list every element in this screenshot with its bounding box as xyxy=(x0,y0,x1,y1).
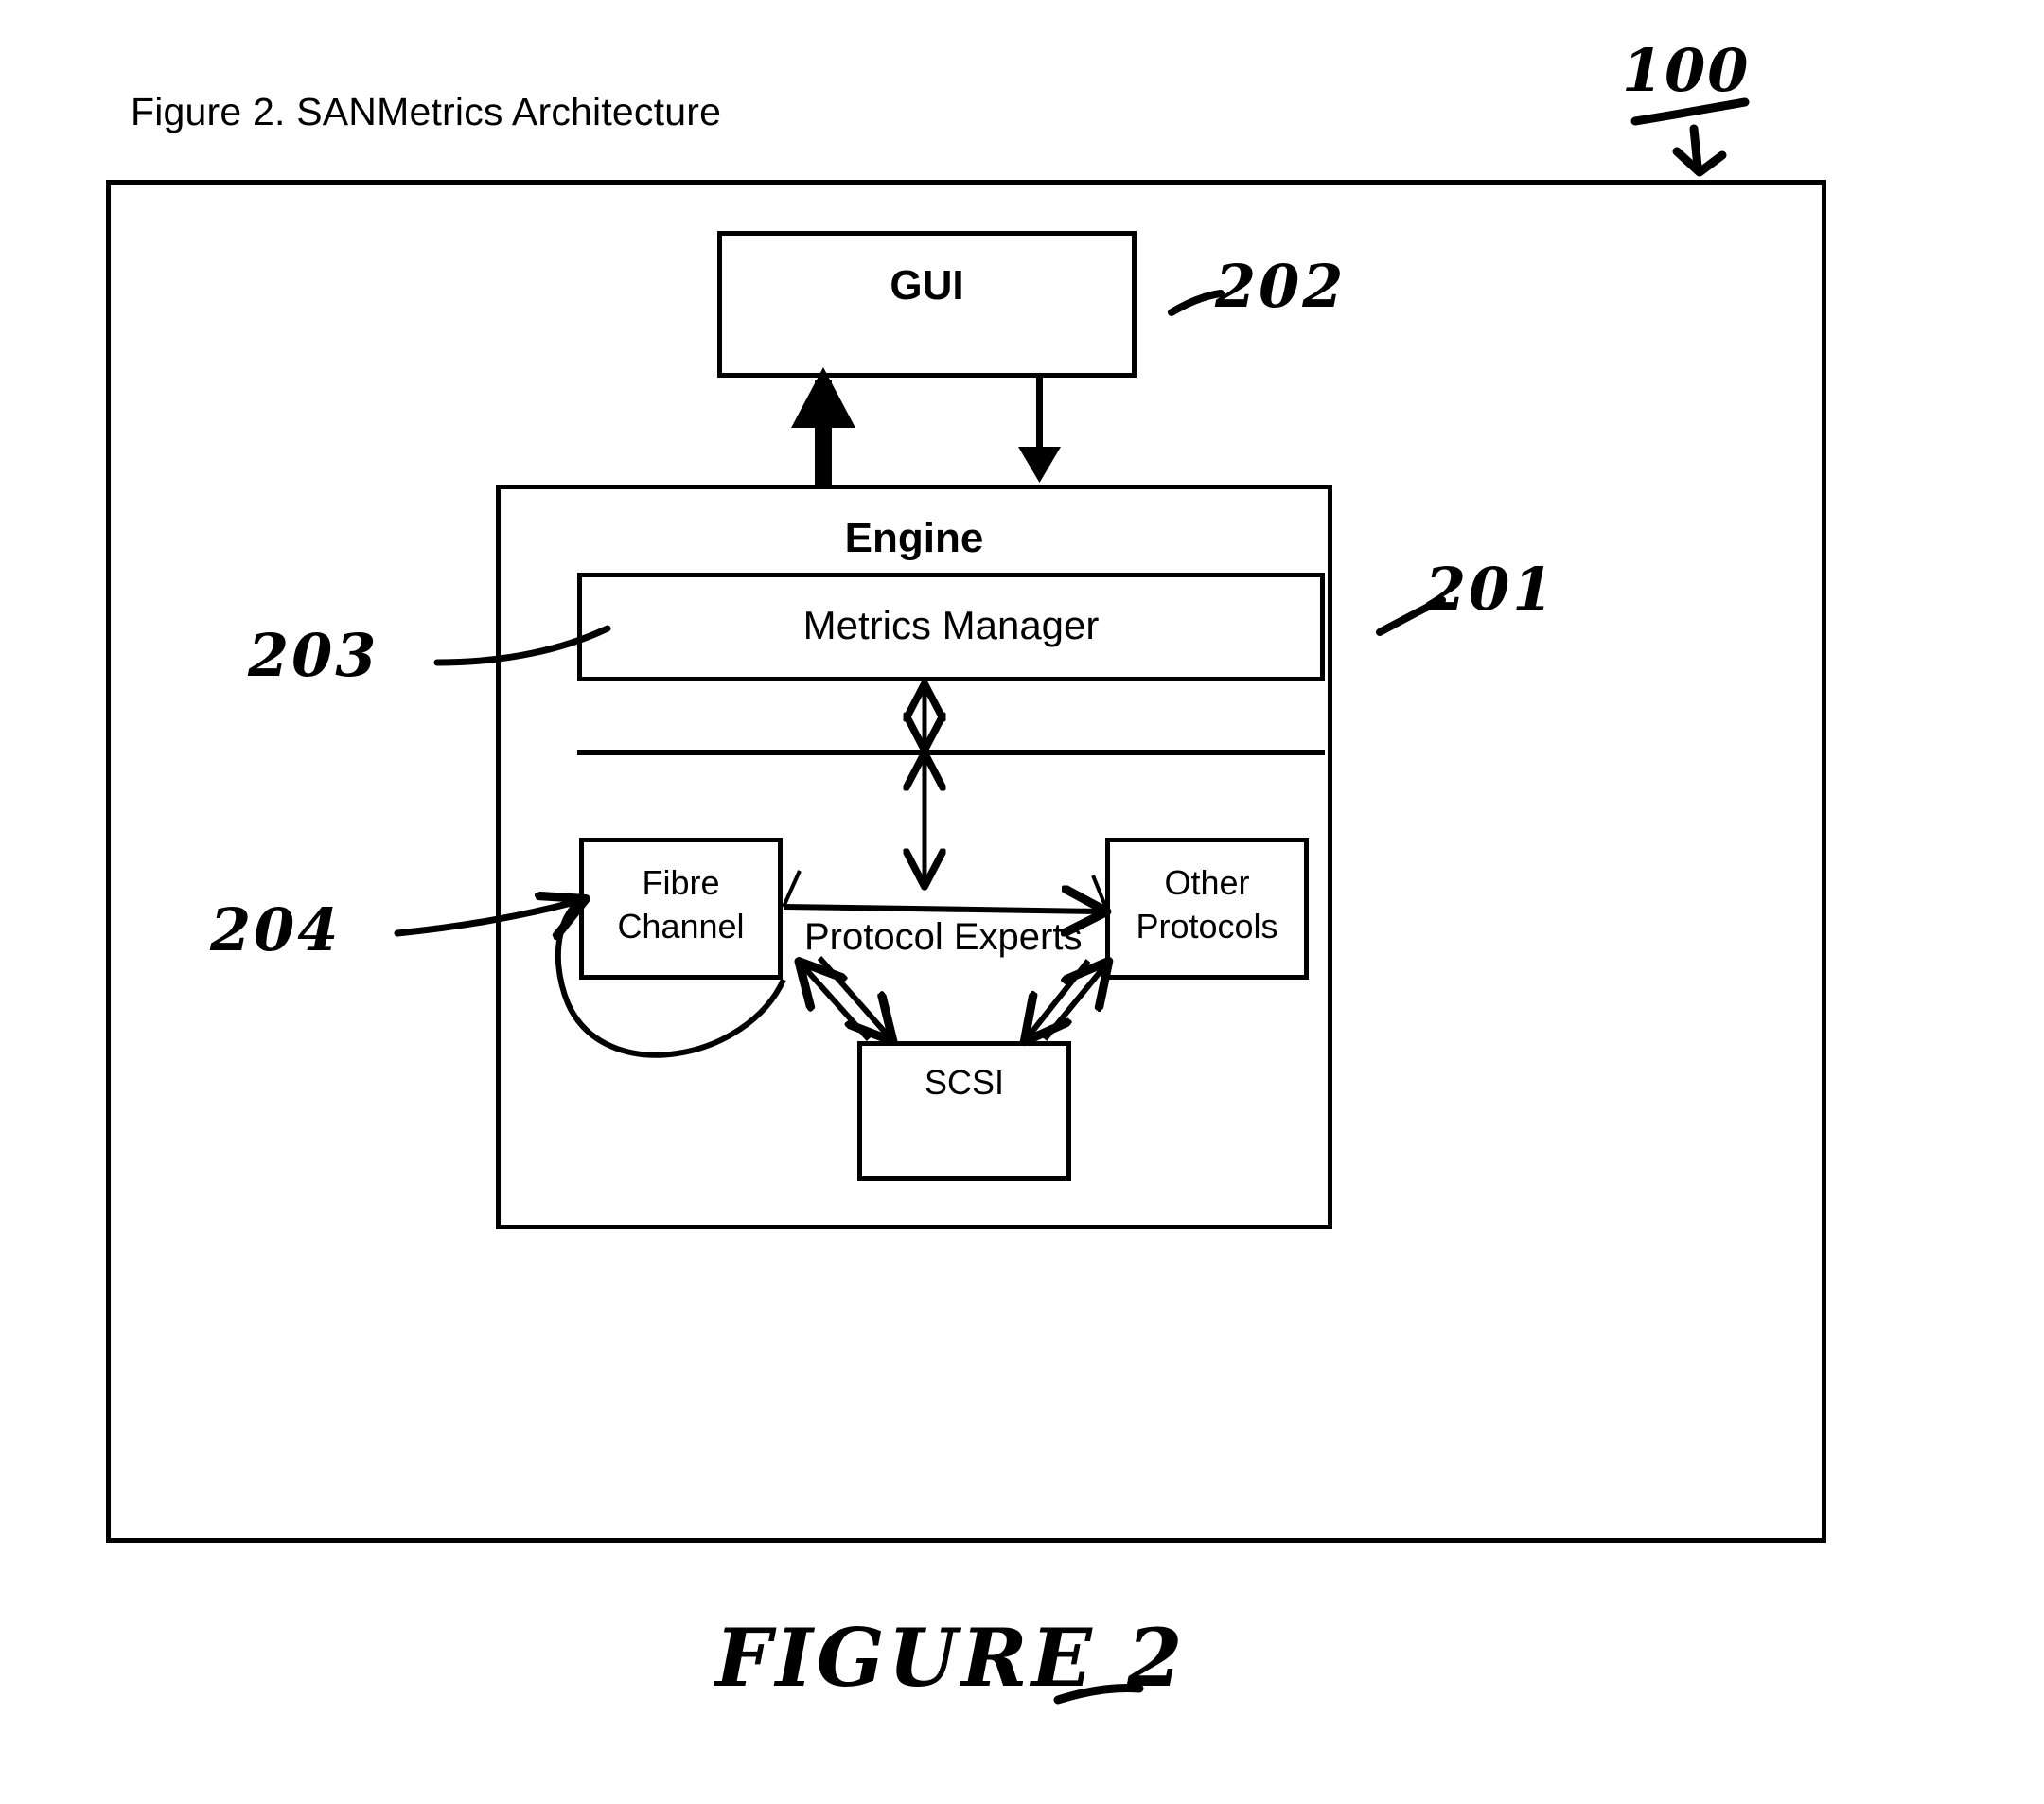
block-engine-label: Engine xyxy=(844,515,984,561)
reference-numeral-204: 204 xyxy=(210,895,342,964)
block-other-protocols-label-line2: Protocols xyxy=(1136,907,1278,946)
block-other-protocols-label-line1: Other xyxy=(1164,863,1250,902)
reference-numeral-100: 100 xyxy=(1622,36,1751,105)
handwritten-figure-caption: FIGURE 2 xyxy=(715,1611,1187,1705)
block-gui-label: GUI xyxy=(890,262,964,309)
block-scsi: SCSI xyxy=(857,1041,1071,1181)
block-other-protocols: Other Protocols xyxy=(1105,838,1309,980)
group-label-protocol-experts: Protocol Experts xyxy=(804,916,1083,958)
figure-page: Figure 2. SANMetrics Architecture 100 GU… xyxy=(0,0,2044,1804)
block-metrics-manager: Metrics Manager xyxy=(577,573,1325,681)
block-metrics-manager-label: Metrics Manager xyxy=(802,603,1100,647)
reference-numeral-203: 203 xyxy=(248,621,379,690)
reference-numeral-202: 202 xyxy=(1215,252,1347,321)
page-title: Figure 2. SANMetrics Architecture xyxy=(131,90,722,133)
block-scsi-label: SCSI xyxy=(924,1063,1005,1102)
engine-divider-line xyxy=(577,750,1325,755)
block-gui: GUI xyxy=(717,231,1137,378)
block-fibre-channel-label-line1: Fibre xyxy=(642,863,720,902)
reference-numeral-201: 201 xyxy=(1425,555,1557,624)
block-fibre-channel-label-line2: Channel xyxy=(617,907,745,946)
handwritten-100-underline-arrow xyxy=(1630,97,1750,177)
block-fibre-channel: Fibre Channel xyxy=(579,838,783,980)
